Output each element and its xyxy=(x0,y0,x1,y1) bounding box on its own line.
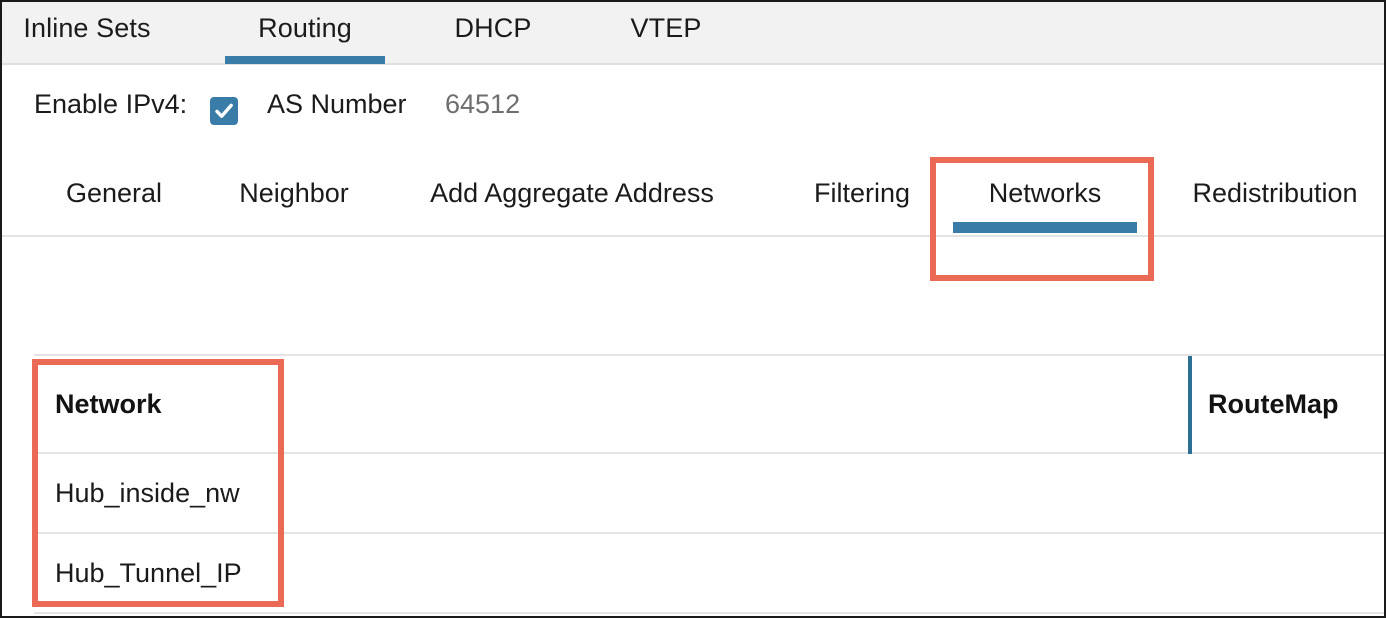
cell-network: Hub_Tunnel_IP xyxy=(55,557,242,588)
networks-table: Network RouteMap Hub_inside_nw Hub_Tunne… xyxy=(34,354,1384,614)
table-row[interactable]: Hub_Tunnel_IP xyxy=(34,534,1384,614)
cell-routemap xyxy=(1188,534,1384,612)
subtab-add-aggregate-address[interactable]: Add Aggregate Address xyxy=(402,157,742,235)
subtab-general[interactable]: General xyxy=(38,157,190,235)
checkmark-icon xyxy=(215,103,233,118)
tab-inline-sets[interactable]: Inline Sets xyxy=(2,2,172,65)
tab-dhcp-label: DHCP xyxy=(454,13,532,43)
tab-routing-label: Routing xyxy=(258,13,352,43)
subtab-neighbor[interactable]: Neighbor xyxy=(212,157,376,235)
tab-routing-active-indicator xyxy=(225,56,385,64)
tab-vtep-label: VTEP xyxy=(630,13,702,43)
subtab-filtering-label: Filtering xyxy=(813,178,911,208)
tab-dhcp[interactable]: DHCP xyxy=(432,2,554,65)
cell-routemap xyxy=(1188,454,1384,532)
subtab-neighbor-label: Neighbor xyxy=(239,178,349,208)
enable-ipv4-label: Enable IPv4: xyxy=(34,89,188,119)
subtab-add-aggregate-address-label: Add Aggregate Address xyxy=(430,178,714,208)
routing-sub-tab-bar: General Neighbor Add Aggregate Address F… xyxy=(2,157,1384,237)
subtab-redistribution-label: Redistribution xyxy=(1192,178,1358,208)
as-number-label: AS Number xyxy=(267,89,407,119)
routing-networks-screen: Inline Sets Routing DHCP VTEP Enable IPv… xyxy=(0,0,1386,618)
subtab-networks-label: Networks xyxy=(988,178,1102,208)
column-header-network[interactable]: Network xyxy=(34,356,1188,452)
table-row[interactable]: Hub_inside_nw xyxy=(34,454,1384,534)
cell-network: Hub_inside_nw xyxy=(55,477,240,508)
tab-inline-sets-label: Inline Sets xyxy=(23,13,151,43)
enable-ipv4-row: Enable IPv4: AS Number 64512 xyxy=(2,65,1384,157)
subtab-networks-active-indicator xyxy=(953,222,1137,233)
enable-ipv4-checkbox[interactable] xyxy=(210,97,238,125)
tab-routing[interactable]: Routing xyxy=(224,2,386,65)
subtab-networks[interactable]: Networks xyxy=(932,157,1158,235)
top-tab-bar: Inline Sets Routing DHCP VTEP xyxy=(2,2,1384,65)
subtab-filtering[interactable]: Filtering xyxy=(792,157,932,235)
subtab-general-label: General xyxy=(65,178,163,208)
as-number-value: 64512 xyxy=(445,89,521,119)
table-header-row: Network RouteMap xyxy=(34,356,1384,454)
column-resize-handle[interactable] xyxy=(1188,356,1192,454)
column-header-routemap[interactable]: RouteMap xyxy=(1188,356,1384,452)
subtab-redistribution[interactable]: Redistribution xyxy=(1162,157,1384,235)
tab-vtep[interactable]: VTEP xyxy=(610,2,722,65)
